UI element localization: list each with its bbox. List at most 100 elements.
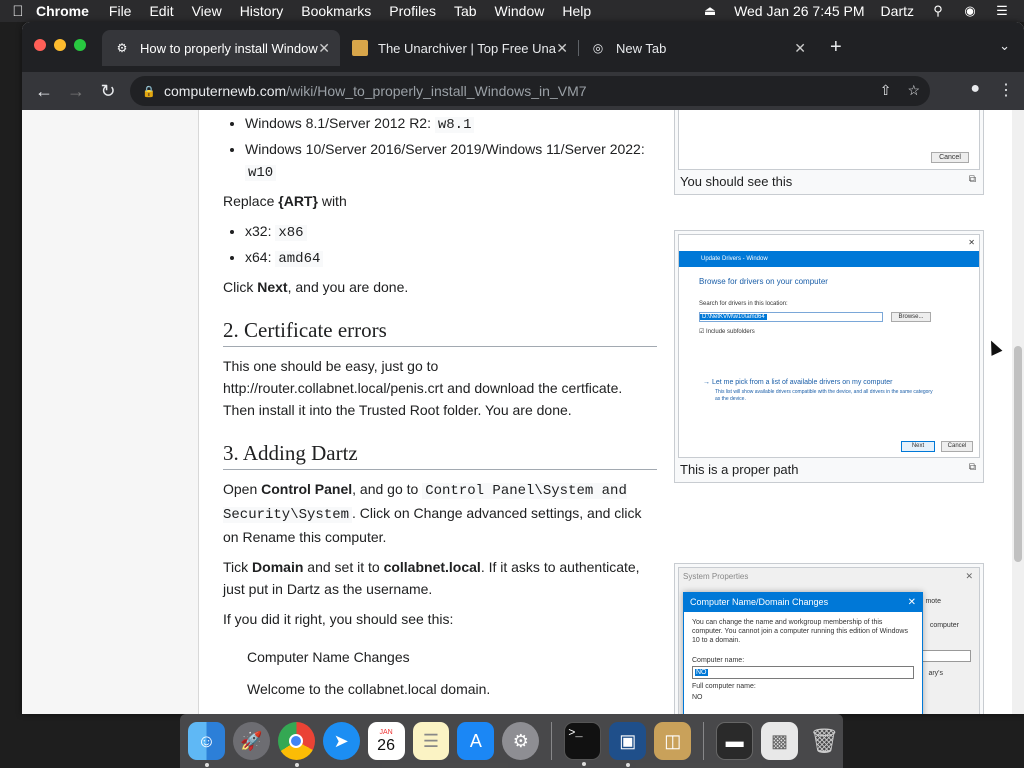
tab-how-to-install[interactable]: ⚙ How to properly install Window ✕: [102, 30, 340, 66]
dock-separator: [703, 722, 705, 760]
back-arrow-icon[interactable]: ←: [32, 80, 56, 102]
menu-history[interactable]: History: [240, 3, 284, 19]
close-tab-icon[interactable]: ✕: [556, 40, 568, 57]
browse-button-thumb: Browse...: [891, 312, 931, 322]
safari-icon[interactable]: ➤: [322, 722, 360, 760]
terminal-icon[interactable]: >_: [564, 722, 602, 766]
web-page: Windows 8.1/Server 2012 R2: w8.1 Windows…: [22, 110, 1024, 714]
dialog-titlebar: ✕: [679, 235, 979, 251]
full-name-value: NO: [692, 694, 703, 701]
enlarge-icon[interactable]: ⧉: [969, 462, 976, 473]
cancel-button-thumb: Cancel: [941, 441, 973, 452]
forward-arrow-icon[interactable]: →: [64, 80, 88, 102]
close-window-button[interactable]: [34, 39, 46, 51]
eject-icon[interactable]: ⏏: [702, 3, 718, 19]
click-next-paragraph: Click Next, and you are done.: [223, 279, 409, 295]
include-subfolders: ☑ Include subfolders: [699, 329, 755, 335]
menu-tab[interactable]: Tab: [454, 3, 477, 19]
finder-icon[interactable]: ☺: [188, 722, 225, 767]
site-info-icon[interactable]: 🔒: [142, 85, 156, 98]
computer-name-label: Computer name:: [692, 657, 745, 664]
apple-icon[interactable]: : [0, 3, 36, 20]
tab-new-tab[interactable]: ◎ New Tab ✕: [578, 30, 816, 66]
dialog-title: Update Drivers - Window: [679, 251, 979, 267]
wiki-favicon-icon: ⚙: [116, 41, 128, 55]
browser-toolbar: ← → ↻ 🔒 computernewb.com/wiki/How_to_pro…: [22, 72, 1024, 110]
path-field: D:\NetKVM\w10\amd64: [699, 312, 883, 322]
calendar-month: JAN: [379, 728, 393, 736]
spotlight-search-icon[interactable]: ⚲: [930, 3, 946, 19]
address-bar[interactable]: 🔒 computernewb.com/wiki/How_to_properly_…: [130, 76, 930, 106]
menu-app-name[interactable]: Chrome: [36, 3, 89, 19]
trash-icon[interactable]: 🗑: [806, 722, 843, 760]
profile-avatar-icon[interactable]: ●: [970, 80, 980, 100]
screenshot-thumbnail-icon[interactable]: ▬: [716, 722, 754, 760]
system-preferences-icon[interactable]: ⚙: [502, 722, 540, 760]
close-tab-icon[interactable]: ✕: [794, 40, 806, 57]
menu-profiles[interactable]: Profiles: [389, 3, 436, 19]
reload-icon[interactable]: ↻: [96, 80, 120, 102]
tab-search-chevron-icon[interactable]: ⌄: [999, 38, 1010, 54]
chrome-menu-icon[interactable]: ⋮: [998, 80, 1014, 100]
chrome-icon[interactable]: [277, 722, 315, 767]
screenshot-image[interactable]: System Properties ✕ mote computer ary's …: [678, 567, 980, 714]
fullscreen-window-button[interactable]: [74, 39, 86, 51]
figure-you-should-see-this: Cancel You should see this ⧉: [674, 110, 984, 195]
cancel-button-thumb: Cancel: [931, 152, 969, 163]
list-item: Windows 8.1/Server 2012 R2: w8.1: [245, 112, 657, 136]
list-item: Windows 10/Server 2016/Server 2019/Windo…: [245, 138, 657, 184]
figure-proper-path: ✕ Update Drivers - Window Browse for dri…: [674, 230, 984, 483]
page-scrollbar[interactable]: [1012, 110, 1024, 714]
wiki-article: Windows 8.1/Server 2012 R2: w8.1 Windows…: [198, 110, 1015, 714]
bookmark-star-icon[interactable]: ☆: [907, 82, 920, 99]
heading-adding-dartz: 3. Adding Dartz: [223, 439, 657, 470]
calendar-icon[interactable]: JAN 26: [367, 722, 405, 760]
control-center-icon[interactable]: ☰: [994, 3, 1010, 19]
control-panel-paragraph: Open Control Panel, and go to Control Pa…: [223, 481, 642, 545]
menubar-clock[interactable]: Wed Jan 26 7:45 PM: [734, 3, 864, 19]
menubar-user[interactable]: Dartz: [881, 3, 914, 19]
menu-file[interactable]: File: [109, 3, 132, 19]
menu-bookmarks[interactable]: Bookmarks: [301, 3, 371, 19]
scrollbar-thumb[interactable]: [1014, 346, 1022, 562]
virtualbox-icon[interactable]: ▣: [609, 722, 647, 767]
search-label: Search for drivers in this location:: [699, 301, 788, 307]
app-store-icon[interactable]: A: [457, 722, 495, 760]
computer-name-field: NO: [692, 666, 914, 679]
menu-window[interactable]: Window: [495, 3, 545, 19]
heading-certificate-errors: 2. Certificate errors: [223, 316, 657, 347]
pick-link: → Let me pick from a list of available d…: [703, 379, 893, 386]
dialog-title: Computer Name/Domain Changes ✕: [684, 593, 922, 612]
list-item: x64: amd64: [245, 246, 657, 270]
menu-edit[interactable]: Edit: [149, 3, 173, 19]
close-icon: ✕: [965, 571, 973, 581]
bg-side-text: ary's: [928, 670, 943, 677]
if-right-paragraph: If you did it right, you should see this…: [223, 611, 454, 627]
message-body: Welcome to the collabnet.local domain.: [247, 681, 491, 697]
close-icon: ✕: [968, 238, 975, 247]
screenshot-image[interactable]: Cancel: [678, 110, 980, 170]
browser-window: ⚙ How to properly install Window ✕ The U…: [22, 22, 1024, 714]
full-name-label: Full computer name:: [692, 683, 756, 690]
menu-help[interactable]: Help: [562, 3, 591, 19]
launchpad-icon[interactable]: 🚀: [232, 722, 270, 760]
siri-icon[interactable]: ◉: [962, 3, 978, 19]
archive-utility-icon[interactable]: ◫: [654, 722, 692, 760]
url-path: /wiki/How_to_properly_install_Windows_in…: [286, 83, 587, 99]
windows-version-list: Windows 8.1/Server 2012 R2: w8.1 Windows…: [223, 112, 657, 184]
menu-view[interactable]: View: [192, 3, 222, 19]
enlarge-icon[interactable]: ⧉: [969, 174, 976, 185]
screenshot-thumbnail-icon[interactable]: ▩: [761, 722, 799, 760]
notes-icon[interactable]: ☰: [412, 722, 450, 760]
share-icon[interactable]: ⇧: [880, 82, 892, 99]
close-tab-icon[interactable]: ✕: [318, 40, 330, 57]
calendar-day: 26: [377, 736, 395, 754]
screenshot-image[interactable]: ✕ Update Drivers - Window Browse for dri…: [678, 234, 980, 458]
domain-paragraph: Tick Domain and set it to collabnet.loca…: [223, 559, 640, 597]
next-button-thumb: Next: [901, 441, 935, 452]
tab-unarchiver[interactable]: The Unarchiver | Top Free Una ✕: [340, 30, 578, 66]
new-tab-plus-icon[interactable]: +: [830, 36, 842, 59]
minimize-window-button[interactable]: [54, 39, 66, 51]
dialog-description: You can change the name and workgroup me…: [692, 619, 908, 644]
domain-changes-dialog: Computer Name/Domain Changes ✕ You can c…: [683, 592, 923, 714]
